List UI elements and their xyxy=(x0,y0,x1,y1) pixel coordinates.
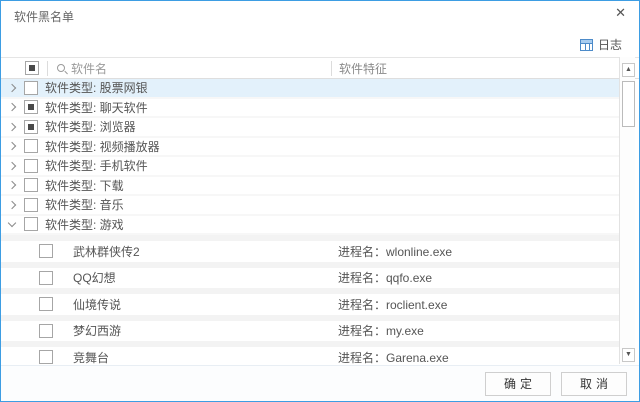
category-label: 软件类型: 音乐 xyxy=(45,196,124,213)
category-row[interactable]: 软件类型: 音乐 xyxy=(1,196,619,216)
category-label: 软件类型: 手机软件 xyxy=(45,157,148,174)
row-checkbox[interactable] xyxy=(24,81,38,95)
scroll-down-button[interactable]: ▼ xyxy=(622,348,635,362)
header-divider xyxy=(331,61,332,76)
column-header-feature[interactable]: 软件特征 xyxy=(339,60,387,77)
category-label: 软件类型: 股票网银 xyxy=(45,79,148,96)
dialog-footer: 确定 取消 xyxy=(1,365,639,401)
category-label: 软件类型: 下载 xyxy=(45,177,124,194)
game-row[interactable]: 仙境传说 进程名：roclient.exe xyxy=(1,288,619,315)
row-checkbox[interactable] xyxy=(39,244,53,258)
chevron-icon[interactable] xyxy=(8,142,16,150)
row-checkbox[interactable] xyxy=(24,159,38,173)
row-checkbox[interactable] xyxy=(24,139,38,153)
category-label: 软件类型: 聊天软件 xyxy=(45,99,148,116)
ok-button[interactable]: 确定 xyxy=(485,372,551,396)
row-checkbox[interactable] xyxy=(39,297,53,311)
game-feature: 进程名：roclient.exe xyxy=(338,296,447,313)
log-icon xyxy=(580,39,593,51)
category-row[interactable]: 软件类型: 浏览器 xyxy=(1,118,619,138)
cancel-button[interactable]: 取消 xyxy=(561,372,627,396)
row-checkbox[interactable] xyxy=(24,120,38,134)
vertical-scrollbar[interactable]: ▲ ▼ xyxy=(619,57,635,364)
log-button-label: 日志 xyxy=(598,36,622,53)
row-checkbox[interactable] xyxy=(24,198,38,212)
close-icon[interactable]: ✕ xyxy=(615,6,626,20)
dialog-title: 软件黑名单 xyxy=(14,8,74,25)
category-row[interactable]: 软件类型: 股票网银 xyxy=(1,79,619,99)
category-row[interactable]: 软件类型: 游戏 xyxy=(1,216,619,236)
chevron-icon[interactable] xyxy=(8,84,16,92)
feature-column: 软件特征 xyxy=(331,58,387,78)
chevron-icon[interactable] xyxy=(8,123,16,131)
log-button[interactable]: 日志 xyxy=(577,34,625,55)
game-row[interactable]: 竞舞台 进程名：Garena.exe xyxy=(1,341,619,366)
chevron-icon[interactable] xyxy=(8,219,16,227)
titlebar: 软件黑名单 ✕ xyxy=(1,1,639,29)
game-name: 武林群侠传2 xyxy=(73,243,140,260)
row-checkbox[interactable] xyxy=(24,178,38,192)
row-checkbox[interactable] xyxy=(39,324,53,338)
row-checkbox[interactable] xyxy=(24,100,38,114)
game-feature: 进程名：my.exe xyxy=(338,322,424,339)
software-blacklist-dialog: 软件黑名单 ✕ 日志 软件名 软件特征 软件类型: 股票网银 软件类型: 聊天软… xyxy=(0,0,640,402)
search-input[interactable]: 软件名 xyxy=(71,60,107,77)
header-divider xyxy=(47,61,48,76)
select-all-checkbox[interactable] xyxy=(25,61,39,75)
game-feature: 进程名：Garena.exe xyxy=(338,349,449,366)
software-list: 软件类型: 股票网银 软件类型: 聊天软件 软件类型: 浏览器 软件类型: 视频… xyxy=(1,79,619,366)
scroll-up-button[interactable]: ▲ xyxy=(622,63,635,77)
scrollbar-thumb[interactable] xyxy=(622,81,635,127)
game-name: 竞舞台 xyxy=(73,349,109,366)
search-icon xyxy=(57,64,65,72)
game-name: QQ幻想 xyxy=(73,269,116,286)
game-feature: 进程名：qqfo.exe xyxy=(338,269,432,286)
chevron-icon[interactable] xyxy=(8,103,16,111)
game-name: 仙境传说 xyxy=(73,296,121,313)
game-row[interactable]: 梦幻西游 进程名：my.exe xyxy=(1,315,619,342)
row-checkbox[interactable] xyxy=(39,271,53,285)
category-row[interactable]: 软件类型: 视频播放器 xyxy=(1,138,619,158)
category-label: 软件类型: 浏览器 xyxy=(45,118,136,135)
game-name: 梦幻西游 xyxy=(73,322,121,339)
game-row[interactable]: QQ幻想 进程名：qqfo.exe xyxy=(1,262,619,289)
chevron-icon[interactable] xyxy=(8,181,16,189)
category-row[interactable]: 软件类型: 聊天软件 xyxy=(1,99,619,119)
row-checkbox[interactable] xyxy=(39,350,53,364)
chevron-icon[interactable] xyxy=(8,201,16,209)
game-row[interactable]: 武林群侠传2 进程名：wlonline.exe xyxy=(1,235,619,262)
category-label: 软件类型: 视频播放器 xyxy=(45,138,160,155)
category-label: 软件类型: 游戏 xyxy=(45,216,124,233)
row-checkbox[interactable] xyxy=(24,217,38,231)
game-feature: 进程名：wlonline.exe xyxy=(338,243,452,260)
table-header: 软件名 软件特征 xyxy=(1,57,639,79)
category-row[interactable]: 软件类型: 手机软件 xyxy=(1,157,619,177)
category-row[interactable]: 软件类型: 下载 xyxy=(1,177,619,197)
chevron-icon[interactable] xyxy=(8,162,16,170)
